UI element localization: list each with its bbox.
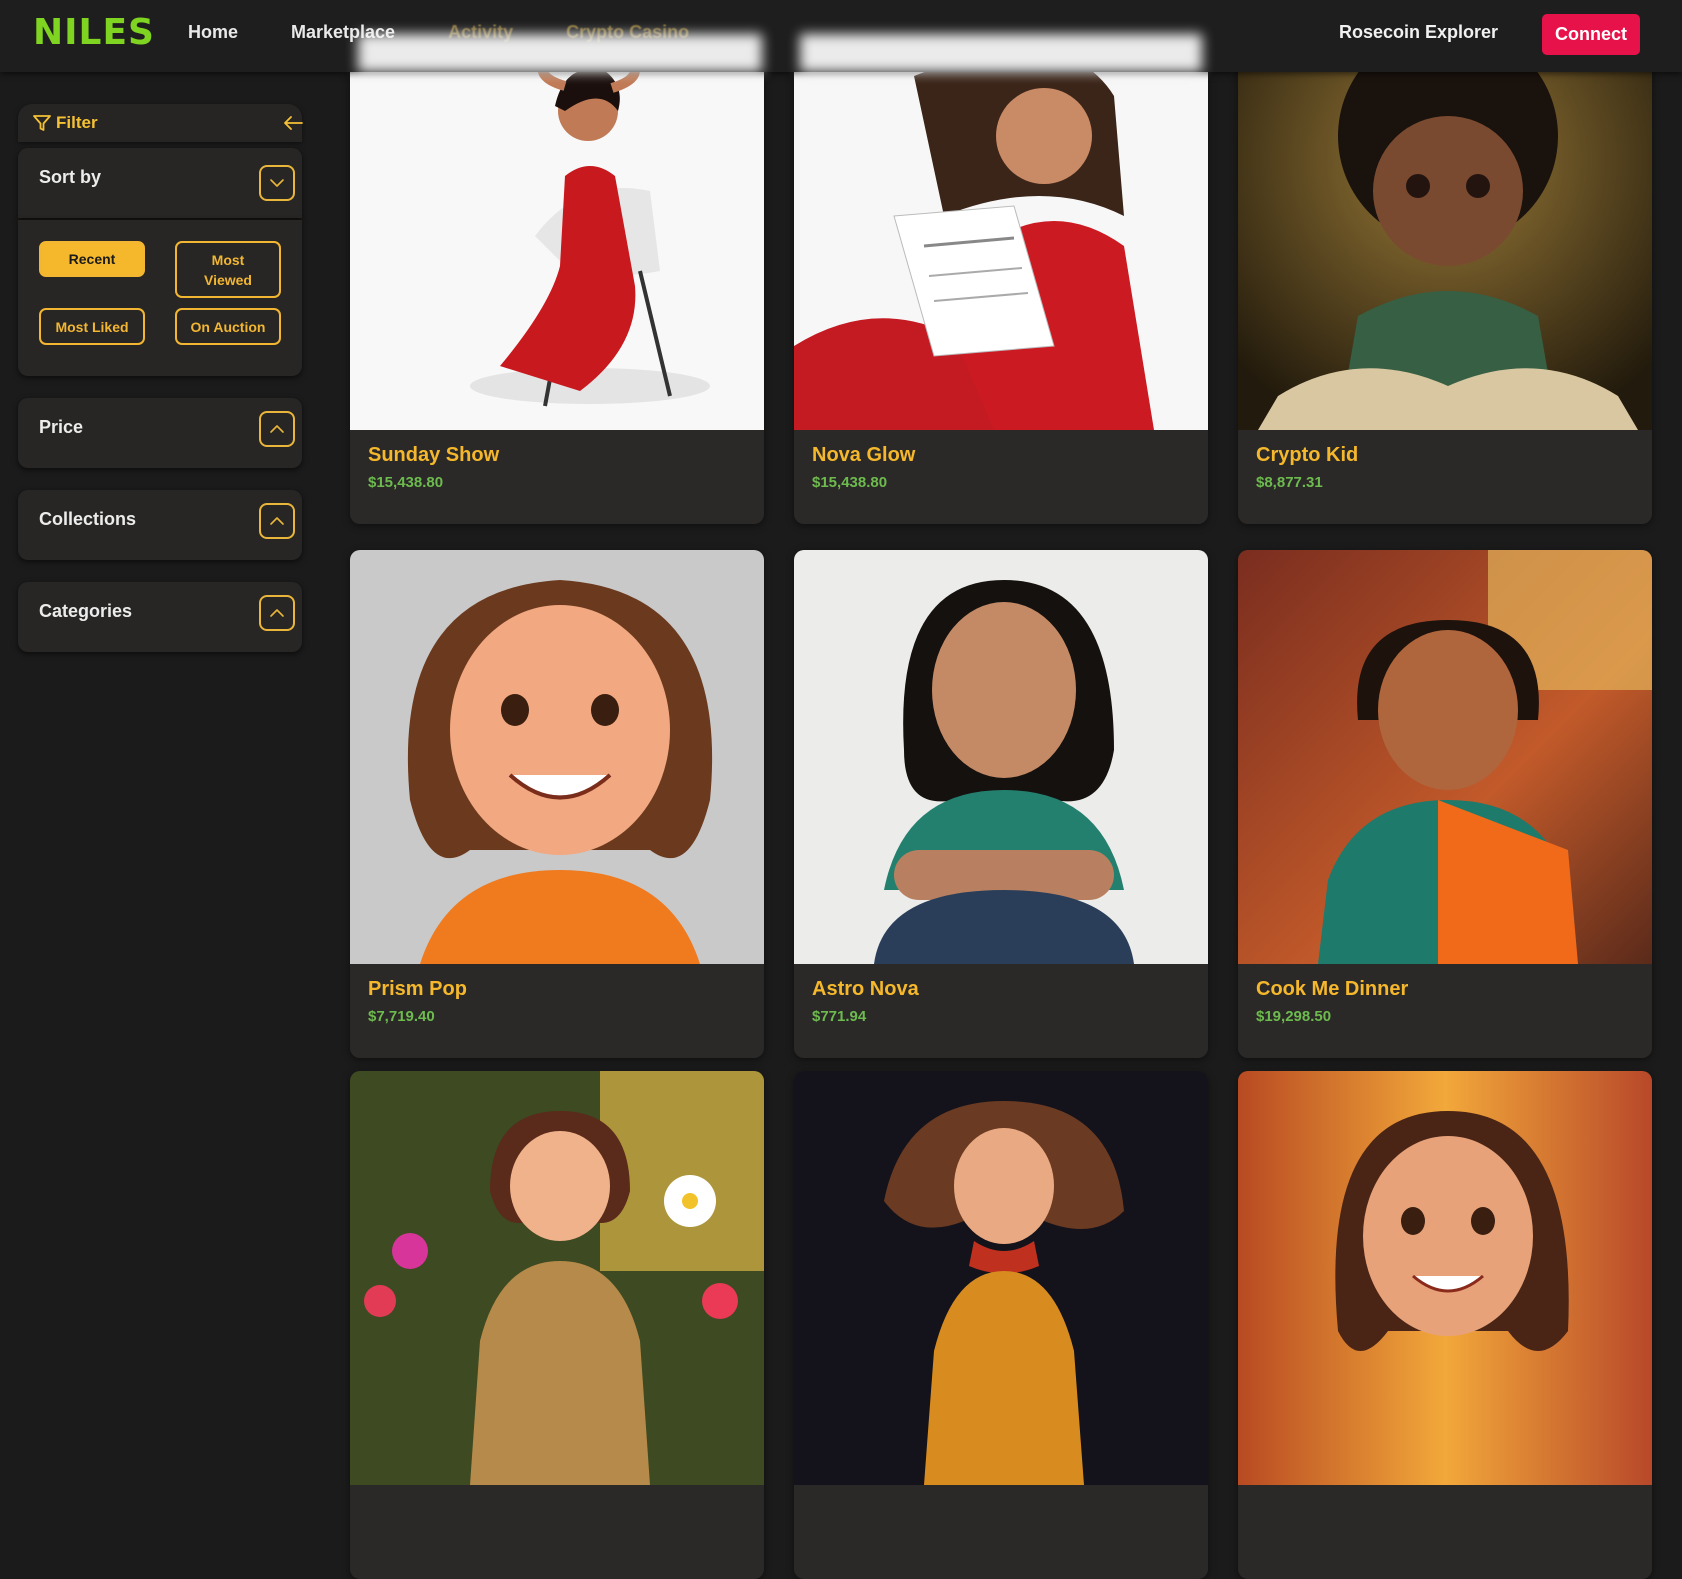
price-toggle-button[interactable] <box>259 411 295 447</box>
chevron-up-icon <box>270 609 284 617</box>
nav-home[interactable]: Home <box>188 22 238 43</box>
nft-card[interactable] <box>350 1071 764 1579</box>
nft-card-astro-nova[interactable]: Astro Nova $771.94 <box>794 550 1208 1058</box>
nft-card[interactable] <box>794 1071 1208 1579</box>
nft-title: Astro Nova <box>812 978 919 1000</box>
nft-image <box>350 1071 764 1485</box>
chevron-down-icon <box>270 179 284 187</box>
chevron-up-icon <box>270 517 284 525</box>
categories-toggle-button[interactable] <box>259 595 295 631</box>
nft-image <box>1238 550 1652 964</box>
nft-title: Sunday Show <box>368 444 500 466</box>
sort-options: Recent Most Viewed Most Liked On Auction <box>18 220 302 376</box>
funnel-icon <box>33 115 51 131</box>
nft-card-cook-me-dinner[interactable]: Cook Me Dinner $19,298.50 <box>1238 550 1652 1058</box>
nft-card-sunday-show[interactable]: Sunday Show $15,438.80 <box>350 16 764 524</box>
sort-by-title: Sort by <box>39 167 102 187</box>
nft-image <box>350 550 764 964</box>
collections-title: Collections <box>39 509 137 529</box>
collections-toggle-button[interactable] <box>259 503 295 539</box>
categories-panel[interactable]: Categories <box>18 582 302 652</box>
nft-image <box>350 16 764 430</box>
niles-logo[interactable]: NILES <box>33 12 155 53</box>
sort-recent-button[interactable]: Recent <box>39 241 145 277</box>
sort-by-panel[interactable]: Sort by <box>18 148 302 218</box>
sort-most-liked-button[interactable]: Most Liked <box>39 308 145 345</box>
filter-header: Filter <box>18 104 304 142</box>
nft-title: Cook Me Dinner <box>1256 978 1409 1000</box>
nft-image <box>1238 16 1652 430</box>
categories-title: Categories <box>39 601 133 621</box>
nft-price: $15,438.80 <box>368 474 444 491</box>
card-image-edge <box>800 34 1202 72</box>
nft-price: $771.94 <box>812 1008 867 1025</box>
nft-image <box>794 550 1208 964</box>
card-image-edge <box>358 34 762 72</box>
nft-title: Prism Pop <box>368 978 467 1000</box>
price-panel[interactable]: Price <box>18 398 302 468</box>
nft-image <box>794 1071 1208 1485</box>
nft-image <box>794 16 1208 430</box>
nft-title: Crypto Kid <box>1256 444 1359 466</box>
rosecoin-explorer-link[interactable]: Rosecoin Explorer <box>1339 22 1498 43</box>
chevron-up-icon <box>270 425 284 433</box>
nft-image <box>1238 1071 1652 1485</box>
arrow-left-icon[interactable] <box>282 115 304 131</box>
nft-card[interactable] <box>1238 1071 1652 1579</box>
price-title: Price <box>39 417 84 437</box>
nft-price: $15,438.80 <box>812 474 888 491</box>
nft-price: $7,719.40 <box>368 1008 435 1025</box>
filter-label: Filter <box>56 113 98 132</box>
nft-price: $8,877.31 <box>1256 474 1323 491</box>
nft-card-prism-pop[interactable]: Prism Pop $7,719.40 <box>350 550 764 1058</box>
nft-card-nova-glow[interactable]: Nova Glow $15,438.80 <box>794 16 1208 524</box>
sort-most-viewed-button[interactable]: Most Viewed <box>175 241 281 298</box>
nft-card-crypto-kid[interactable]: Crypto Kid $8,877.31 <box>1238 16 1652 524</box>
connect-button[interactable]: Connect <box>1542 14 1640 55</box>
sort-toggle-button[interactable] <box>259 165 295 201</box>
nft-price: $19,298.50 <box>1256 1008 1332 1025</box>
nft-title: Nova Glow <box>812 444 916 466</box>
sort-on-auction-button[interactable]: On Auction <box>175 308 281 345</box>
collections-panel[interactable]: Collections <box>18 490 302 560</box>
